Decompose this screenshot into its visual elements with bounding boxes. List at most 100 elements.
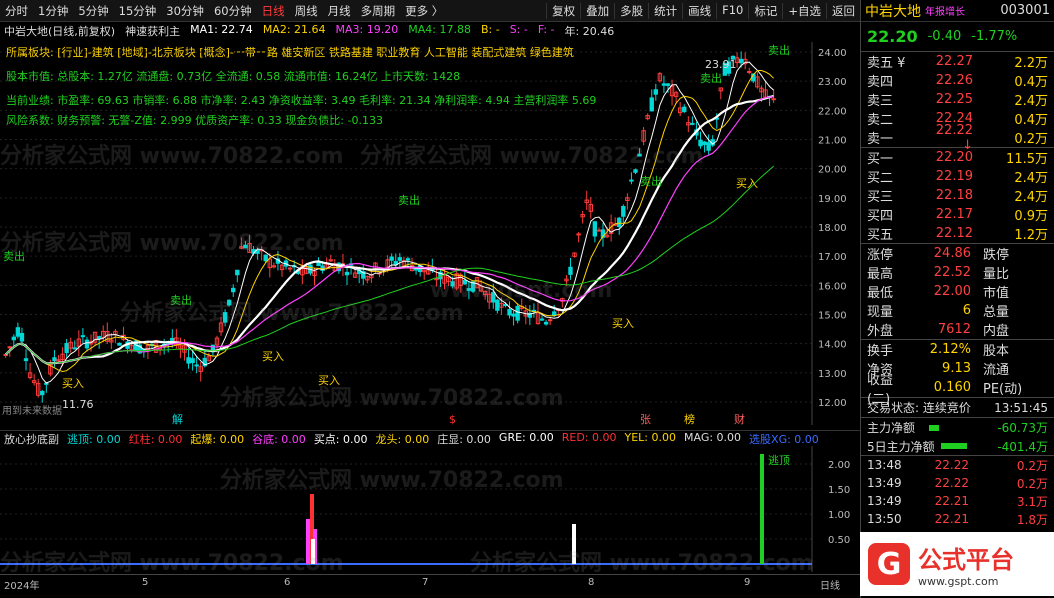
- bid-label: 买三: [867, 190, 894, 205]
- candle-body: [592, 221, 598, 237]
- indicator-item: YEL: 0.00: [624, 431, 677, 444]
- tool-button[interactable]: F10: [716, 2, 748, 19]
- stat-value: 6: [962, 303, 971, 318]
- event-marker[interactable]: 财: [734, 412, 745, 425]
- tool-button[interactable]: 返回: [826, 2, 860, 19]
- ask-book: 卖五 ¥22.27 2.2万 卖四 22.26 0.4万 卖三 22.25 2.4万 卖二 22.…: [861, 52, 1054, 153]
- indicator-item: 选股XG: 0.00: [749, 433, 819, 446]
- tool-button[interactable]: 复权: [546, 2, 580, 19]
- tool-button[interactable]: +自选: [782, 2, 826, 19]
- bid-label: 买一: [867, 152, 894, 167]
- price-tick: 17.00: [818, 252, 847, 263]
- candle-body: [84, 339, 90, 349]
- stat-label: 涨停: [867, 248, 894, 263]
- period-tab[interactable]: 周线: [290, 3, 323, 19]
- formula-name[interactable]: 神速获利主: [125, 23, 180, 41]
- candle-body: [507, 308, 512, 316]
- time-tick: 8: [588, 577, 595, 588]
- event-marker[interactable]: 解: [172, 412, 183, 425]
- ask-row[interactable]: 卖四 22.26 0.4万: [861, 71, 1054, 90]
- stat-row: 最低 22.00 市值: [861, 282, 1054, 301]
- tool-button[interactable]: 统计: [648, 2, 682, 19]
- bid-row[interactable]: 买四 22.17 0.9万: [861, 205, 1054, 224]
- quote-panel: 中岩大地 年报增长 003001 22.20 -0.40 -1.77% 卖五 ¥…: [860, 0, 1054, 598]
- period-tab[interactable]: 多周期: [356, 3, 401, 19]
- tool-button[interactable]: 标记: [748, 2, 782, 19]
- candle-body: [637, 153, 642, 157]
- candle-body: [243, 244, 248, 249]
- candle-body: [19, 332, 25, 342]
- moving-average-line: [5, 96, 774, 364]
- candlestick-chart[interactable]: 24.00 23.00 22.00 21.00 20.00 19.00 18.00 17.00…: [0, 42, 860, 425]
- candle-body: [515, 305, 520, 321]
- buy-signal: 买入: [262, 350, 284, 363]
- price-tick: 19.00: [818, 194, 847, 205]
- stat-label: 最高: [867, 267, 894, 282]
- tool-button[interactable]: 多股: [614, 2, 648, 19]
- period-tab[interactable]: 30分钟: [161, 3, 209, 19]
- indicator-item: 谷底: 0.00: [252, 433, 306, 446]
- indicator-chart[interactable]: 2.00 1.50 1.00 0.50 逃顶: [0, 446, 860, 572]
- candle-body: [706, 142, 711, 151]
- indicator-item: MAG: 0.00: [684, 431, 742, 444]
- price-tick: 24.00: [818, 48, 847, 59]
- candle-body: [52, 357, 57, 362]
- candle-body: [7, 346, 12, 349]
- period-tab[interactable]: 月线: [323, 3, 356, 19]
- stat-label: 外盘: [867, 324, 894, 339]
- buy-signal: 买入: [62, 377, 84, 390]
- indicator-name[interactable]: 放心抄底副: [4, 431, 59, 446]
- candle-body: [649, 97, 654, 112]
- stat-row: 收益(二) 0.160 PE(动): [861, 373, 1054, 407]
- candle-body: [466, 288, 472, 291]
- event-marker[interactable]: 张: [640, 413, 651, 425]
- tool-button[interactable]: 叠加: [580, 2, 614, 19]
- tick-list[interactable]: 13:48 22.22 0.2万 13:49 22.22 0.2万 13:49 22.21 3.…: [861, 456, 1054, 528]
- logo-title: 公式平台: [918, 546, 1014, 574]
- candle-body: [226, 299, 232, 306]
- ask-row[interactable]: 卖一 22.22 ↓ 0.2万: [861, 123, 1054, 153]
- ask-price: 22.27: [935, 54, 973, 69]
- bid-row[interactable]: 买二 22.19 2.4万: [861, 167, 1054, 186]
- bid-row[interactable]: 买一 22.20 11.5万: [861, 148, 1054, 167]
- event-marker[interactable]: $: [449, 413, 456, 425]
- stock-code: 003001: [1000, 3, 1050, 18]
- time-tick: 7: [422, 577, 429, 588]
- candle-body: [344, 271, 350, 276]
- period-tab[interactable]: 日线: [257, 3, 290, 19]
- sell-signal: 卖出: [700, 71, 722, 85]
- indicator-bar: [572, 524, 576, 564]
- quote-header: 中岩大地 年报增长 003001: [861, 0, 1054, 22]
- ask-price: 22.25: [935, 92, 973, 107]
- time-axis: 2024年 5 6 7 8 9 日线: [0, 574, 860, 598]
- period-tab[interactable]: 60分钟: [209, 3, 257, 19]
- candle-body: [511, 313, 516, 317]
- price-change: -0.40: [927, 29, 962, 44]
- price-tick: 23.00: [818, 77, 847, 88]
- stat-value: 7612: [937, 322, 971, 337]
- ask-row[interactable]: 卖五 ¥ 22.27 2.2万: [861, 52, 1054, 71]
- indicator-bar: [760, 454, 764, 564]
- bid-price: 22.17: [935, 207, 973, 222]
- period-tab[interactable]: 5分钟: [73, 3, 113, 19]
- flow5-value: -401.4万: [997, 439, 1048, 454]
- ask-row[interactable]: 卖三 22.25 2.4万: [861, 90, 1054, 109]
- tick-volume: 0.2万: [1016, 458, 1048, 473]
- period-tab[interactable]: 更多 〉: [400, 3, 448, 19]
- period-tab[interactable]: 分时: [0, 3, 33, 19]
- ma2-value: MA2: 21.64: [262, 23, 326, 36]
- candle-body: [747, 71, 752, 74]
- bid-book: 买一 22.20 11.5万 买二 22.19 2.4万 买三 22.18 2.4万 买四 22.1…: [861, 148, 1054, 244]
- price-tick: 14.00: [818, 340, 847, 351]
- candle-body: [80, 335, 86, 338]
- bid-row[interactable]: 买三 22.18 2.4万: [861, 186, 1054, 205]
- period-tab[interactable]: 1分钟: [33, 3, 73, 19]
- flow-label: 主力净额: [867, 421, 916, 435]
- stat-value: 22.52: [933, 265, 971, 280]
- candle-body: [23, 358, 29, 362]
- tool-button[interactable]: 画线: [682, 2, 716, 19]
- period-tab[interactable]: 15分钟: [114, 3, 162, 19]
- bid-row[interactable]: 买五 22.12 1.2万: [861, 224, 1054, 243]
- tick-time: 13:49: [867, 476, 902, 490]
- event-marker[interactable]: 榜: [684, 412, 695, 425]
